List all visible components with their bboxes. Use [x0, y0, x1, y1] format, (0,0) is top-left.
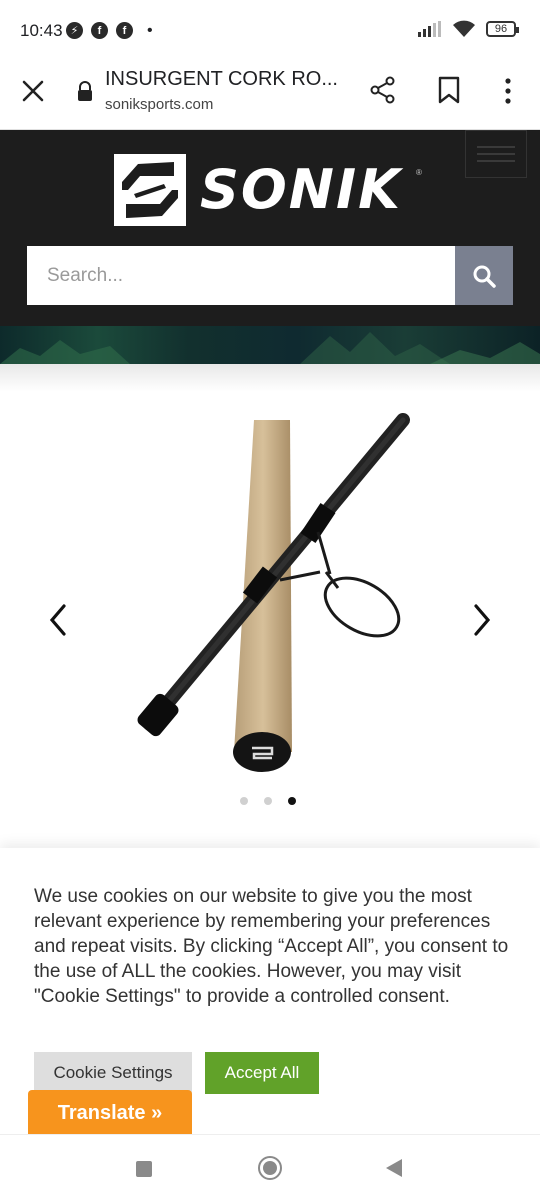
- status-time: 10:43: [20, 21, 63, 40]
- search-input[interactable]: [27, 246, 455, 305]
- accept-all-button[interactable]: Accept All: [205, 1052, 319, 1094]
- cookie-message: We use cookies on our website to give yo…: [34, 886, 509, 1007]
- banner-foliage: [0, 332, 540, 364]
- status-right: 96: [418, 20, 519, 38]
- product-image-rod[interactable]: [130, 412, 420, 782]
- overflow-menu-icon[interactable]: [498, 77, 518, 105]
- hamburger-menu-button[interactable]: [465, 130, 527, 178]
- hamburger-line: [477, 146, 515, 148]
- carousel-dot[interactable]: [264, 797, 272, 805]
- facebook-icon: f: [91, 22, 108, 39]
- lock-icon: [78, 81, 92, 101]
- product-image-carousel[interactable]: [0, 392, 540, 832]
- cookie-settings-button[interactable]: Cookie Settings: [34, 1052, 192, 1094]
- carousel-dot-active[interactable]: [288, 797, 296, 805]
- status-bar: 10:43 ⚡ f f • 96: [0, 0, 540, 64]
- search-icon: [473, 265, 496, 288]
- wifi-icon: [453, 20, 475, 37]
- chevron-right-icon[interactable]: [470, 602, 494, 638]
- section-shadow: [0, 364, 540, 392]
- page-url[interactable]: soniksports.com: [105, 96, 213, 113]
- recents-icon[interactable]: [136, 1161, 152, 1177]
- notification-dot: •: [147, 22, 153, 39]
- registered-mark: ®: [416, 168, 422, 177]
- browser-toolbar: INSURGENT CORK RO... soniksports.com: [0, 60, 540, 130]
- page-title[interactable]: INSURGENT CORK RO...: [105, 68, 345, 91]
- search-button[interactable]: [455, 246, 513, 305]
- chevron-left-icon[interactable]: [46, 602, 70, 638]
- signal-icon: [418, 21, 441, 37]
- site-header: SONIK ®: [0, 130, 540, 326]
- close-icon[interactable]: [18, 76, 48, 106]
- messenger-icon: ⚡: [66, 22, 83, 39]
- sonik-logo-mark: [114, 154, 186, 226]
- logo-wordmark: SONIK: [200, 158, 402, 221]
- translate-button[interactable]: Translate »: [28, 1090, 192, 1136]
- carousel-dots: [240, 797, 296, 805]
- battery-icon: 96: [486, 21, 519, 37]
- facebook-icon: f: [116, 22, 133, 39]
- carousel-dot[interactable]: [240, 797, 248, 805]
- sonik-logo[interactable]: SONIK ®: [114, 154, 434, 228]
- status-app-icons: ⚡ f f: [66, 22, 133, 39]
- hamburger-line: [477, 153, 515, 155]
- android-nav-bar: [0, 1134, 540, 1200]
- share-icon[interactable]: [368, 75, 398, 105]
- home-icon[interactable]: [258, 1156, 282, 1180]
- hamburger-line: [477, 160, 515, 162]
- bookmark-icon[interactable]: [436, 75, 462, 105]
- hero-banner-strip: [0, 326, 540, 364]
- back-icon[interactable]: [386, 1159, 402, 1177]
